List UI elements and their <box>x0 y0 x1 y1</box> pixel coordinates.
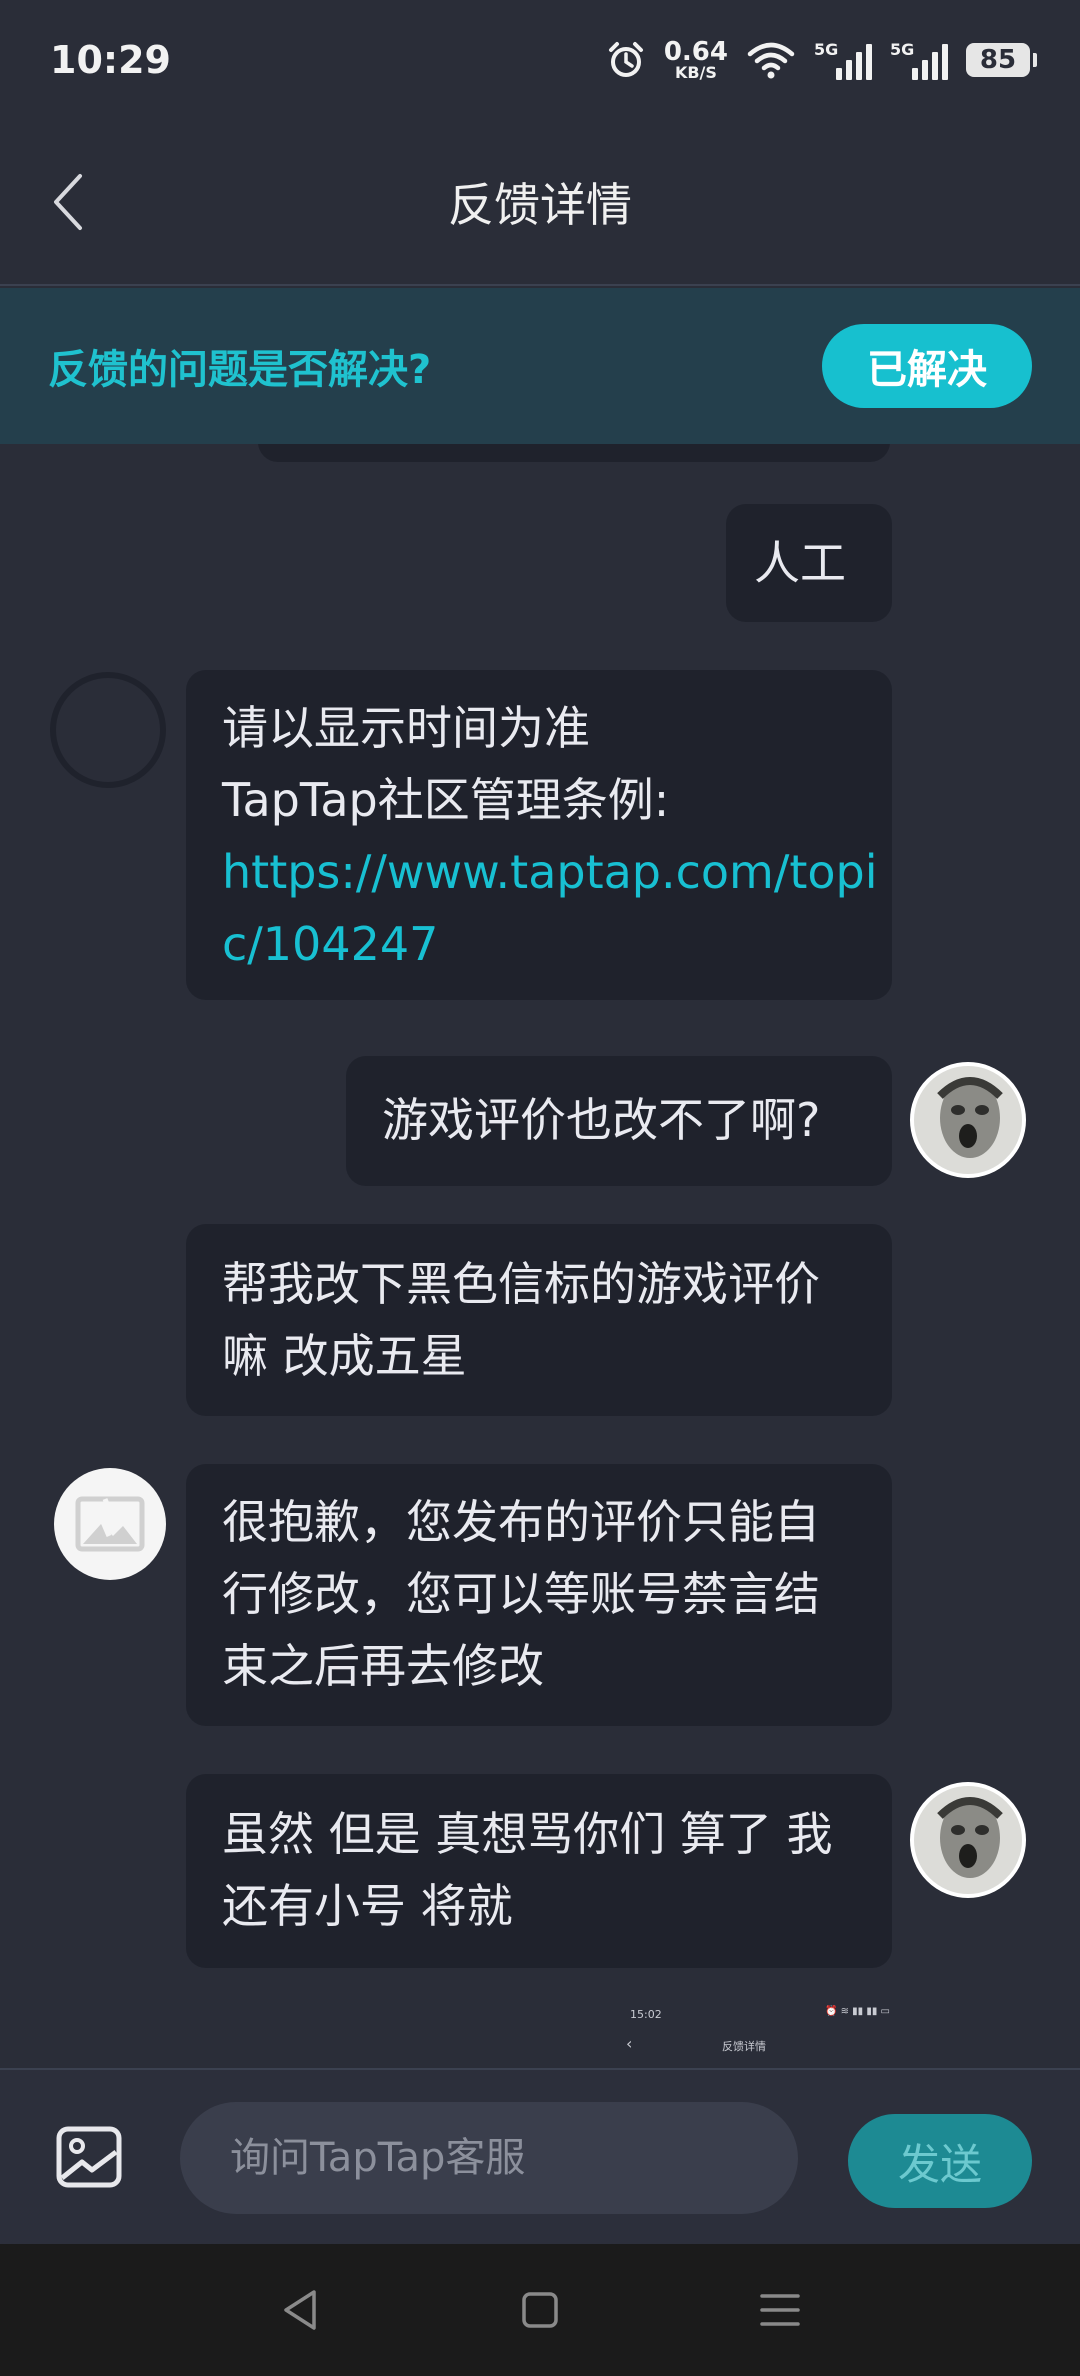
user-avatar[interactable] <box>910 1782 1026 1898</box>
image-picker-button[interactable] <box>56 2126 122 2188</box>
message-bubble-incoming: 请以显示时间为准 TapTap社区管理条例: https://www.tapta… <box>186 670 892 1000</box>
chat-area[interactable]: 人工 请以显示时间为准 TapTap社区管理条例: https://www.ta… <box>0 444 1080 2068</box>
message-text: 束之后再去修改 <box>222 1639 544 1693</box>
signal-icon: 5G <box>890 40 948 80</box>
image-message[interactable]: 15:02 ⏰ ≋ ▮▮ ▮▮ ▭ ‹ 反馈详情 <box>626 2000 890 2068</box>
message-text: 帮我改下黑色信标的游戏评价 <box>222 1257 820 1311</box>
network-speed: 0.64 KB/S <box>664 39 728 81</box>
mini-status-icons: ⏰ ≋ ▮▮ ▮▮ ▭ <box>824 2006 890 2017</box>
message-text: 请以显示时间为准 <box>222 701 590 755</box>
back-triangle-icon <box>284 2290 316 2330</box>
signal-label: 5G <box>890 40 915 59</box>
agent-avatar[interactable] <box>54 1468 166 1580</box>
menu-lines-icon <box>760 2294 800 2326</box>
link-text[interactable]: c/104247 <box>222 908 856 980</box>
message-bubble-incoming: 很抱歉，您发布的评价只能自 行修改，您可以等账号禁言结 束之后再去修改 <box>186 1464 892 1726</box>
status-bar: 10:29 0.64 KB/S 5G 5G 85 <box>0 0 1080 120</box>
message-text: 人工 <box>754 536 846 590</box>
page-title: 反馈详情 <box>448 178 632 232</box>
message-bubble-partial <box>258 444 890 462</box>
system-nav-bar <box>0 2244 1080 2376</box>
user-avatar[interactable] <box>910 1062 1026 1178</box>
chevron-left-icon <box>54 174 82 230</box>
image-icon <box>56 2126 122 2188</box>
mini-title: 反馈详情 <box>722 2040 766 2053</box>
message-text: 行修改，您可以等账号禁言结 <box>222 1567 820 1621</box>
message-text: 嘛 改成五星 <box>222 1329 467 1383</box>
agent-avatar[interactable] <box>50 672 166 788</box>
message-text: TapTap社区管理条例: <box>222 773 670 827</box>
resolution-question: 反馈的问题是否解决? <box>48 347 432 393</box>
send-button[interactable]: 发送 <box>848 2114 1032 2208</box>
link-text[interactable]: https://www.taptap.com/topi <box>222 836 878 908</box>
nav-recents-button[interactable] <box>750 2280 810 2340</box>
nav-home-button[interactable] <box>510 2280 570 2340</box>
message-bubble-incoming: 帮我改下黑色信标的游戏评价 嘛 改成五星 <box>186 1224 892 1416</box>
message-text: 虽然 但是 真想骂你们 算了 我 <box>222 1807 833 1861</box>
mini-back-icon: ‹ <box>626 2034 633 2053</box>
app-header: 反馈详情 <box>0 120 1080 286</box>
resolution-banner: 反馈的问题是否解决? 已解决 <box>0 288 1080 444</box>
message-input[interactable] <box>180 2102 798 2214</box>
message-bubble-outgoing: 游戏评价也改不了啊? <box>346 1056 892 1186</box>
message-bubble-outgoing: 人工 <box>726 504 892 622</box>
broken-image-icon <box>75 1496 145 1552</box>
back-button[interactable] <box>40 167 96 237</box>
battery-icon: 85 <box>966 43 1037 77</box>
signal-label: 5G <box>814 40 839 59</box>
message-text: 很抱歉，您发布的评价只能自 <box>222 1495 820 1549</box>
status-time: 10:29 <box>50 38 171 82</box>
message-text: 游戏评价也改不了啊? <box>382 1093 821 1147</box>
message-bubble: 虽然 但是 真想骂你们 算了 我 还有小号 将就 <box>186 1774 892 1968</box>
alarm-icon <box>608 42 643 77</box>
net-speed-value: 0.64 <box>663 37 728 67</box>
resolved-button[interactable]: 已解决 <box>822 324 1032 408</box>
mini-time: 15:02 <box>630 2008 662 2021</box>
user-photo-icon <box>914 1066 1022 1174</box>
user-photo-icon <box>914 1786 1022 1894</box>
input-bar: 发送 <box>0 2068 1080 2244</box>
home-square-icon <box>522 2292 558 2328</box>
battery-level: 85 <box>979 45 1017 75</box>
nav-back-button[interactable] <box>270 2280 330 2340</box>
status-icons: 0.64 KB/S 5G 5G 85 <box>606 39 1037 81</box>
net-speed-unit: KB/S <box>674 63 717 82</box>
wifi-icon <box>747 42 795 79</box>
signal-icon: 5G <box>814 40 872 80</box>
message-text: 还有小号 将就 <box>222 1879 513 1933</box>
community-rules-link[interactable]: https://www.taptap.com/topi c/104247 <box>222 836 878 980</box>
